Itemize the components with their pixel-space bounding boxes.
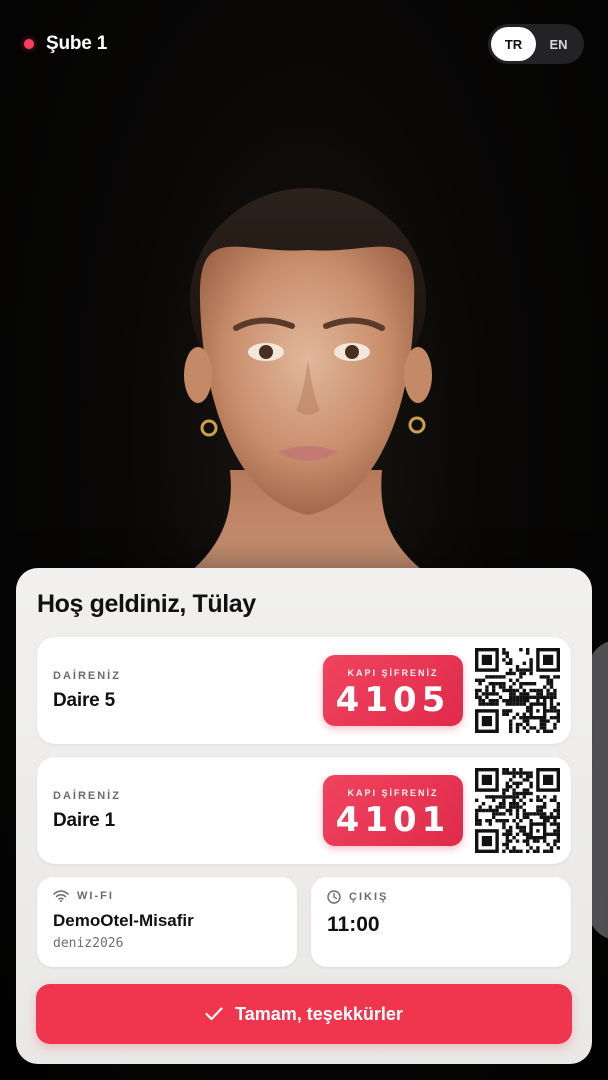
- door-code-label: KAPI ŞİFRENİZ: [347, 668, 439, 678]
- wifi-card: WI-FI DemoOtel-Misafir deniz2026: [37, 877, 297, 967]
- door-code-value: 4105: [335, 680, 451, 720]
- branch-indicator: Şube 1: [24, 33, 107, 55]
- checkout-label-row: ÇIKIŞ: [327, 890, 388, 904]
- door-code-label: KAPI ŞİFRENİZ: [347, 788, 439, 798]
- room-label: DAİRENİZ: [53, 670, 121, 682]
- welcome-greeting: Hoş geldiniz, Tülay: [37, 590, 256, 618]
- confirm-button-label: Tamam, teşekkürler: [235, 1003, 403, 1024]
- qr-code-icon[interactable]: [475, 768, 560, 853]
- guest-portrait: [150, 188, 470, 640]
- wifi-label-row: WI-FI: [53, 890, 114, 902]
- checkout-card: ÇIKIŞ 11:00: [311, 877, 571, 967]
- wifi-network-name: DemoOtel-Misafir: [53, 911, 194, 930]
- language-tr-option[interactable]: TR: [491, 27, 536, 61]
- live-status-dot: [24, 39, 34, 49]
- qr-code-icon[interactable]: [475, 648, 560, 733]
- check-icon: [205, 1007, 223, 1021]
- checkout-time: 11:00: [327, 913, 380, 936]
- checkout-label: ÇIKIŞ: [349, 891, 389, 903]
- room-label: DAİRENİZ: [53, 790, 121, 802]
- top-bar: Şube 1 TR EN: [0, 0, 608, 90]
- door-code-badge: KAPI ŞİFRENİZ 4105: [323, 655, 463, 726]
- room-card: DAİRENİZ Daire 1 KAPI ŞİFRENİZ 4101: [37, 757, 571, 864]
- language-en-option[interactable]: EN: [536, 27, 581, 61]
- branch-name: Şube 1: [46, 33, 108, 54]
- welcome-card: Hoş geldiniz, Tülay DAİRENİZ Daire 5 KAP…: [16, 568, 592, 1064]
- room-name: Daire 1: [53, 810, 115, 831]
- wifi-label: WI-FI: [77, 890, 114, 902]
- room-card: DAİRENİZ Daire 5 KAPI ŞİFRENİZ 4105: [37, 637, 571, 744]
- confirm-button[interactable]: Tamam, teşekkürler: [36, 984, 572, 1044]
- door-code-value: 4101: [335, 800, 451, 840]
- language-toggle[interactable]: TR EN: [488, 24, 584, 64]
- clock-icon: [327, 890, 341, 904]
- room-name: Daire 5: [53, 690, 115, 711]
- wifi-password: deniz2026: [53, 936, 124, 951]
- wifi-icon: [53, 890, 69, 902]
- door-code-badge: KAPI ŞİFRENİZ 4101: [323, 775, 463, 846]
